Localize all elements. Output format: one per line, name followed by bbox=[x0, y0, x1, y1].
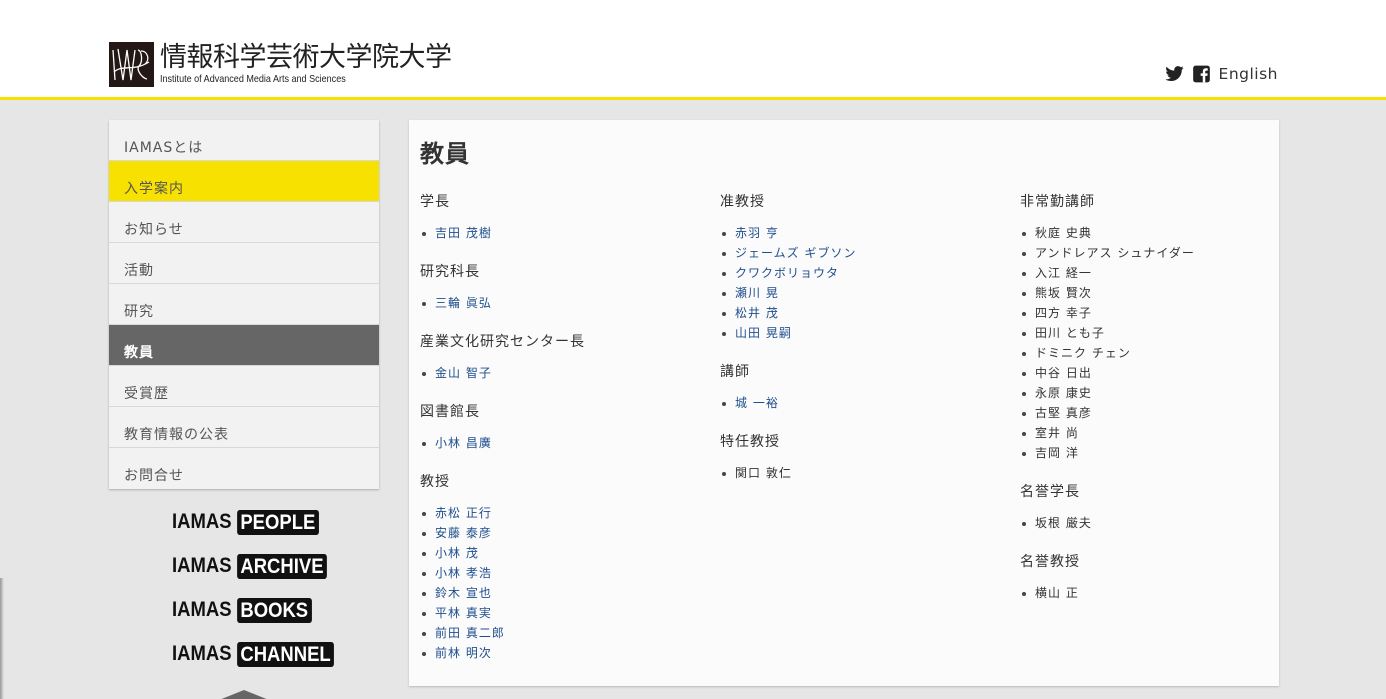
member-link[interactable]: 鈴木 宣也 bbox=[420, 583, 710, 603]
member-link[interactable]: 赤松 正行 bbox=[420, 503, 710, 523]
section-title: 教授 bbox=[420, 474, 450, 490]
banner-books[interactable]: IAMAS BOOKS bbox=[172, 595, 334, 625]
member-link[interactable]: 瀬川 晃 bbox=[720, 283, 1010, 303]
banner-channel[interactable]: IAMAS CHANNEL bbox=[172, 639, 335, 669]
section-title: 准教授 bbox=[720, 194, 765, 210]
sidebar-item-activities[interactable]: 活動 bbox=[109, 243, 379, 284]
member-name: 古堅 真彦 bbox=[1020, 403, 1310, 423]
logo-english-name: Institute of Advanced Media Arts and Sci… bbox=[160, 73, 346, 85]
logo-japanese-name: 情報科学芸術大学院大学 bbox=[160, 42, 452, 73]
member-name: 永原 康史 bbox=[1020, 383, 1310, 403]
banner-prefix: IAMAS bbox=[172, 554, 232, 577]
facebook-icon[interactable] bbox=[1191, 64, 1212, 84]
section-president: 学長 吉田 茂樹 bbox=[420, 192, 710, 243]
section-specially-appointed-professors: 特任教授 関口 敦仁 bbox=[720, 432, 1010, 483]
member-name: 入江 経一 bbox=[1020, 263, 1310, 283]
member-name: 田川 とも子 bbox=[1020, 323, 1310, 343]
member-link[interactable]: 平林 真実 bbox=[420, 603, 710, 623]
banner-tag: ARCHIVE bbox=[236, 553, 328, 579]
section-lecturers: 講師 城 一裕 bbox=[720, 362, 1010, 413]
sidebar-item-faculty[interactable]: 教員 bbox=[109, 325, 379, 366]
section-title: 非常勤講師 bbox=[1020, 194, 1095, 210]
sidebar-item-news[interactable]: お知らせ bbox=[109, 202, 379, 243]
sidebar-item-about[interactable]: IAMASとは bbox=[109, 120, 379, 161]
banner-prefix: IAMAS bbox=[172, 642, 232, 665]
sidebar-nav: IAMASとは 入学案内 お知らせ 活動 研究 教員 受賞歴 教育情報の公表 お… bbox=[109, 120, 379, 489]
member-name: ドミニク チェン bbox=[1020, 343, 1310, 363]
member-name: 室井 尚 bbox=[1020, 423, 1310, 443]
sidebar-item-admissions[interactable]: 入学案内 bbox=[109, 161, 379, 202]
banner-archive[interactable]: IAMAS ARCHIVE bbox=[172, 551, 334, 581]
scroll-top-arrow-icon[interactable] bbox=[214, 690, 274, 699]
section-title: 講師 bbox=[720, 364, 750, 380]
faculty-panel: 教員 学長 吉田 茂樹 研究科長 三輪 眞弘 産業文化研究センター長 金山 智子… bbox=[409, 120, 1279, 686]
member-link[interactable]: 前田 真二郎 bbox=[420, 623, 710, 643]
member-name: 関口 敦仁 bbox=[720, 463, 1010, 483]
section-professors: 教授 赤松 正行 安藤 泰彦 小林 茂 小林 孝浩 鈴木 宣也 平林 真実 前田… bbox=[420, 472, 710, 663]
member-link[interactable]: 松井 茂 bbox=[720, 303, 1010, 323]
banner-prefix: IAMAS bbox=[172, 598, 232, 621]
site-logo[interactable]: 情報科学芸術大学院大学 Institute of Advanced Media … bbox=[109, 42, 452, 88]
iamas-logo-mark-icon bbox=[109, 42, 154, 87]
member-link[interactable]: 前林 明次 bbox=[420, 643, 710, 663]
section-title: 図書館長 bbox=[420, 404, 480, 420]
page-title: 教員 bbox=[420, 140, 470, 168]
member-link[interactable]: 小林 孝浩 bbox=[420, 563, 710, 583]
member-link[interactable]: 吉田 茂樹 bbox=[420, 223, 710, 243]
member-link[interactable]: 三輪 眞弘 bbox=[420, 293, 710, 313]
site-header: 情報科学芸術大学院大学 Institute of Advanced Media … bbox=[0, 0, 1386, 100]
member-link[interactable]: 城 一裕 bbox=[720, 393, 1010, 413]
left-edge-shadow bbox=[0, 578, 4, 699]
section-research-center-director: 産業文化研究センター長 金山 智子 bbox=[420, 332, 710, 383]
member-link[interactable]: 赤羽 亨 bbox=[720, 223, 1010, 243]
member-link[interactable]: 金山 智子 bbox=[420, 363, 710, 383]
section-title: 特任教授 bbox=[720, 434, 780, 450]
sidebar-item-research[interactable]: 研究 bbox=[109, 284, 379, 325]
member-link[interactable]: 安藤 泰彦 bbox=[420, 523, 710, 543]
member-name: 横山 正 bbox=[1020, 583, 1310, 603]
section-president-emeritus: 名誉学長 坂根 厳夫 bbox=[1020, 482, 1310, 533]
member-link[interactable]: 小林 茂 bbox=[420, 543, 710, 563]
faculty-column-2: 准教授 赤羽 亨 ジェームズ ギブソン クワクボリョウタ 瀬川 晃 松井 茂 山… bbox=[720, 192, 1010, 502]
member-name: 吉岡 洋 bbox=[1020, 443, 1310, 463]
section-library-director: 図書館長 小林 昌廣 bbox=[420, 402, 710, 453]
member-name: 中谷 日出 bbox=[1020, 363, 1310, 383]
twitter-icon[interactable] bbox=[1164, 64, 1185, 84]
member-name: 坂根 厳夫 bbox=[1020, 513, 1310, 533]
faculty-column-3: 非常勤講師 秋庭 史典 アンドレアス シュナイダー 入江 経一 熊坂 賢次 四方… bbox=[1020, 192, 1310, 622]
banner-tag: CHANNEL bbox=[236, 641, 335, 667]
member-name: 熊坂 賢次 bbox=[1020, 283, 1310, 303]
section-dean: 研究科長 三輪 眞弘 bbox=[420, 262, 710, 313]
member-name: 秋庭 史典 bbox=[1020, 223, 1310, 243]
section-title: 学長 bbox=[420, 194, 450, 210]
site-banners: IAMAS PEOPLE IAMAS ARCHIVE IAMAS BOOKS I… bbox=[172, 507, 356, 683]
banner-tag: PEOPLE bbox=[236, 509, 319, 535]
banner-prefix: IAMAS bbox=[172, 510, 232, 533]
section-associate-professors: 准教授 赤羽 亨 ジェームズ ギブソン クワクボリョウタ 瀬川 晃 松井 茂 山… bbox=[720, 192, 1010, 343]
faculty-column-1: 学長 吉田 茂樹 研究科長 三輪 眞弘 産業文化研究センター長 金山 智子 図書… bbox=[420, 192, 710, 682]
member-link[interactable]: クワクボリョウタ bbox=[720, 263, 1010, 283]
section-title: 名誉教授 bbox=[1020, 554, 1080, 570]
section-professor-emeritus: 名誉教授 横山 正 bbox=[1020, 552, 1310, 603]
member-link[interactable]: 小林 昌廣 bbox=[420, 433, 710, 453]
member-name: 四方 幸子 bbox=[1020, 303, 1310, 323]
section-title: 名誉学長 bbox=[1020, 484, 1080, 500]
section-title: 産業文化研究センター長 bbox=[420, 334, 585, 350]
member-link[interactable]: ジェームズ ギブソン bbox=[720, 243, 1010, 263]
section-part-time-lecturers: 非常勤講師 秋庭 史典 アンドレアス シュナイダー 入江 経一 熊坂 賢次 四方… bbox=[1020, 192, 1310, 463]
sidebar-item-awards[interactable]: 受賞歴 bbox=[109, 366, 379, 407]
section-title: 研究科長 bbox=[420, 264, 480, 280]
sidebar-item-education-info[interactable]: 教育情報の公表 bbox=[109, 407, 379, 448]
member-link[interactable]: 山田 晃嗣 bbox=[720, 323, 1010, 343]
sidebar-item-contact[interactable]: お問合せ bbox=[109, 448, 379, 489]
english-link[interactable]: English bbox=[1219, 65, 1278, 83]
member-name: アンドレアス シュナイダー bbox=[1020, 243, 1310, 263]
banner-tag: BOOKS bbox=[236, 597, 312, 623]
banner-people[interactable]: IAMAS PEOPLE bbox=[172, 507, 334, 537]
